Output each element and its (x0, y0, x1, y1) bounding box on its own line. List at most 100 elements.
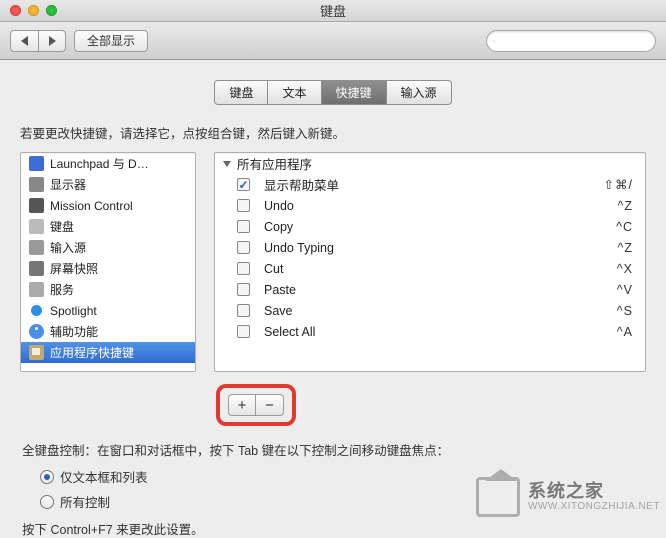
window-title: 键盘 (0, 1, 666, 20)
checkbox[interactable] (237, 304, 250, 317)
appshortcut-icon (29, 345, 44, 360)
watermark: 系统之家 WWW.XITONGZHIJIA.NET (476, 477, 660, 517)
radio-icon (40, 495, 54, 509)
tab-0[interactable]: 键盘 (214, 80, 268, 105)
shortcut-row[interactable]: Cut^X (215, 258, 645, 279)
mission-icon (29, 198, 44, 213)
tab-2[interactable]: 快捷键 (322, 80, 387, 105)
category-item[interactable]: 辅助功能 (21, 321, 195, 342)
shortcut-label: Save (264, 304, 617, 318)
category-label: 输入源 (50, 239, 86, 256)
toolbar: 全部显示 (0, 22, 666, 60)
shortcut-row[interactable]: Save^S (215, 300, 645, 321)
group-label: 所有应用程序 (237, 154, 312, 173)
spotlight-icon (29, 303, 44, 318)
search-input[interactable] (500, 34, 655, 48)
show-all-button[interactable]: 全部显示 (74, 30, 148, 52)
checkbox[interactable] (237, 325, 250, 338)
category-item[interactable]: 键盘 (21, 216, 195, 237)
shortcut-row[interactable]: Undo Typing^Z (215, 237, 645, 258)
shortcut-row[interactable]: 显示帮助菜单⇧⌘/ (215, 174, 645, 195)
shortcut-label: 显示帮助菜单 (264, 175, 604, 194)
shortcut-label: Copy (264, 220, 616, 234)
checkbox[interactable] (237, 199, 250, 212)
titlebar: 键盘 (0, 0, 666, 22)
category-list[interactable]: Launchpad 与 D… 显示器 Mission Control 键盘输入源屏幕快… (20, 152, 196, 372)
category-label: Launchpad 与 D… (50, 155, 149, 172)
close-button[interactable] (10, 5, 21, 16)
checkbox[interactable] (237, 283, 250, 296)
shortcut-group[interactable]: 所有应用程序 (215, 153, 645, 174)
category-label: 屏幕快照 (50, 260, 98, 277)
category-item[interactable]: Spotlight (21, 300, 195, 321)
highlight-annotation: + − (216, 384, 296, 426)
instruction-text: 若要更改快捷键，请选择它，点按组合键，然后键入新键。 (20, 123, 646, 142)
shortcut-label: Undo Typing (264, 241, 617, 255)
category-label: Spotlight (50, 304, 97, 318)
search-icon (493, 35, 496, 47)
checkbox[interactable] (237, 241, 250, 254)
tab-1[interactable]: 文本 (268, 80, 321, 105)
category-label: 显示器 (50, 176, 86, 193)
nav-group (10, 30, 66, 52)
shortcut-row[interactable]: Select All^A (215, 321, 645, 342)
tabs: 键盘文本快捷键输入源 (20, 80, 646, 105)
fka-hint: 按下 Control+F7 来更改此设置。 (22, 519, 644, 538)
shortcut-key: ⇧⌘/ (604, 177, 633, 192)
checkbox[interactable] (237, 220, 250, 233)
category-label: Mission Control (50, 199, 133, 213)
search-field[interactable] (486, 30, 656, 52)
category-item[interactable]: 屏幕快照 (21, 258, 195, 279)
input-icon (29, 240, 44, 255)
checkbox[interactable] (237, 178, 250, 191)
shortcut-row[interactable]: Undo^Z (215, 195, 645, 216)
category-label: 键盘 (50, 218, 74, 235)
category-item[interactable]: 输入源 (21, 237, 195, 258)
house-icon (476, 477, 520, 517)
category-item[interactable]: Mission Control (21, 195, 195, 216)
fka-title: 全键盘控制：在窗口和对话框中，按下 Tab 键在以下控制之间移动键盘焦点： (22, 440, 644, 459)
launchpad-icon (29, 156, 44, 171)
shortcut-row[interactable]: Copy^C (215, 216, 645, 237)
zoom-button[interactable] (46, 5, 57, 16)
disclosure-triangle-icon (223, 161, 231, 167)
window-controls (0, 5, 57, 16)
watermark-en: WWW.XITONGZHIJIA.NET (528, 501, 660, 512)
radio-icon (40, 470, 54, 484)
fka-option-label: 仅文本框和列表 (60, 467, 148, 486)
shortcut-label: Cut (264, 262, 617, 276)
shortcut-key: ^C (616, 220, 633, 234)
shortcut-label: Select All (264, 325, 617, 339)
shortcut-list[interactable]: 所有应用程序显示帮助菜单⇧⌘/Undo^ZCopy^CUndo Typing^Z… (214, 152, 646, 372)
shortcut-key: ^Z (617, 241, 633, 255)
category-item[interactable]: 服务 (21, 279, 195, 300)
minimize-button[interactable] (28, 5, 39, 16)
shortcut-key: ^Z (617, 199, 633, 213)
watermark-cn: 系统之家 (528, 482, 660, 502)
category-item[interactable]: Launchpad 与 D… (21, 153, 195, 174)
display-icon (29, 177, 44, 192)
checkbox[interactable] (237, 262, 250, 275)
keyboard-icon (29, 219, 44, 234)
remove-button[interactable]: − (256, 394, 284, 416)
add-button[interactable]: + (228, 394, 256, 416)
category-item[interactable]: 显示器 (21, 174, 195, 195)
shortcut-label: Undo (264, 199, 617, 213)
chevron-left-icon (21, 36, 28, 46)
services-icon (29, 282, 44, 297)
shortcut-row[interactable]: Paste^V (215, 279, 645, 300)
shortcut-key: ^V (617, 283, 633, 297)
shortcut-key: ^A (617, 325, 633, 339)
category-label: 应用程序快捷键 (50, 344, 134, 361)
category-item[interactable]: 应用程序快捷键 (21, 342, 195, 363)
shortcut-key: ^X (617, 262, 633, 276)
forward-button[interactable] (38, 30, 66, 52)
screenshot-icon (29, 261, 44, 276)
shortcut-key: ^S (617, 304, 633, 318)
shortcut-label: Paste (264, 283, 617, 297)
category-label: 辅助功能 (50, 323, 98, 340)
tab-3[interactable]: 输入源 (387, 80, 452, 105)
category-label: 服务 (50, 281, 74, 298)
back-button[interactable] (10, 30, 38, 52)
chevron-right-icon (49, 36, 56, 46)
